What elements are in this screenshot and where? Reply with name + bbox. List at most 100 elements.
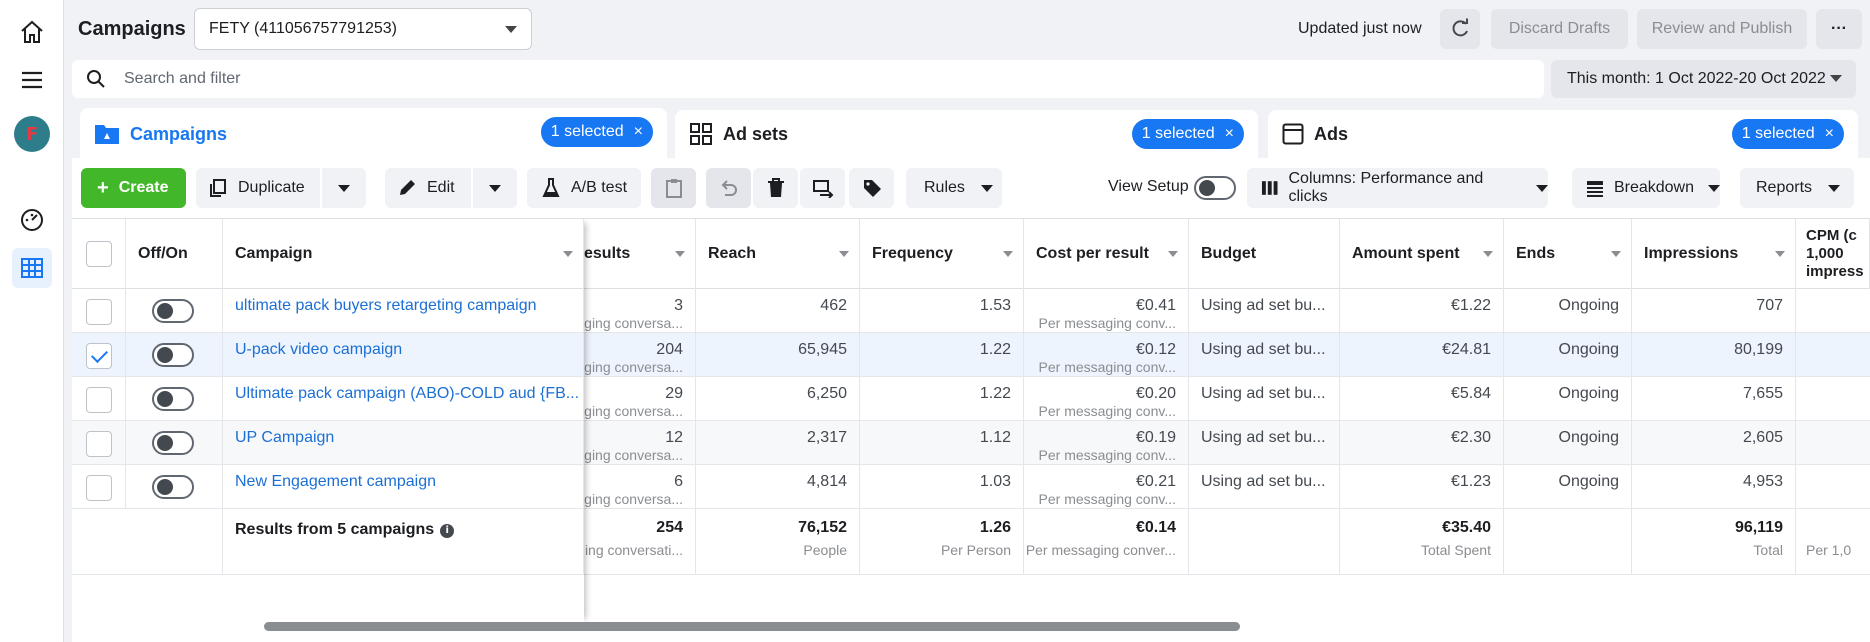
account-select[interactable]: FETY (411056757791253) xyxy=(194,8,532,50)
tag-button[interactable] xyxy=(849,168,894,208)
col-frequency[interactable]: Frequency xyxy=(860,219,1024,289)
col-cost-per-result[interactable]: Cost per result xyxy=(1024,219,1189,289)
tab-ad-sets[interactable]: Ad sets 1 selected × xyxy=(675,110,1258,158)
undo-button[interactable] xyxy=(706,168,751,208)
undo-icon xyxy=(721,180,737,196)
duplicate-label: Duplicate xyxy=(238,179,305,196)
col-ends[interactable]: Ends xyxy=(1504,219,1632,289)
tab-ads[interactable]: Ads 1 selected × xyxy=(1268,110,1858,158)
col-impressions[interactable]: Impressions xyxy=(1632,219,1796,289)
campaign-link[interactable]: UP Campaign xyxy=(235,429,334,447)
budget-cell: Using ad set bu... xyxy=(1189,289,1340,333)
row-checkbox[interactable] xyxy=(86,299,112,325)
row-checkbox[interactable] xyxy=(86,387,112,413)
chevron-down-icon xyxy=(1828,184,1841,192)
select-all-checkbox[interactable] xyxy=(86,241,112,267)
col-amount-spent[interactable]: Amount spent xyxy=(1340,219,1504,289)
col-results[interactable]: esults xyxy=(584,219,696,289)
totals-spacer xyxy=(72,509,223,575)
home-icon[interactable] xyxy=(12,12,52,52)
col-reach-label: Reach xyxy=(708,245,757,262)
col-reach[interactable]: Reach xyxy=(696,219,860,289)
campaign-link[interactable]: U-pack video campaign xyxy=(235,341,402,359)
table-row[interactable]: ultimate pack buyers retargeting campaig… xyxy=(72,289,1870,333)
table-icon[interactable] xyxy=(12,248,52,288)
ads-manager-icon[interactable]: F xyxy=(12,114,52,154)
row-checkbox[interactable] xyxy=(86,431,112,457)
view-setup-toggle[interactable] xyxy=(1194,176,1236,200)
gauge-icon[interactable] xyxy=(12,200,52,240)
frequency-cell: 1.03 xyxy=(860,465,1024,509)
table-row[interactable]: New Engagement campaign 6 aging conversa..… xyxy=(72,465,1870,509)
search-input[interactable]: Search and filter xyxy=(72,60,1544,98)
campaign-link[interactable]: New Engagement campaign xyxy=(235,473,436,491)
breakdown-button[interactable]: Breakdown xyxy=(1572,168,1720,208)
close-icon[interactable]: × xyxy=(1225,125,1234,143)
ab-test-button[interactable]: A/B test xyxy=(527,168,641,208)
rules-button[interactable]: Rules xyxy=(906,168,1002,208)
reports-button[interactable]: Reports xyxy=(1740,168,1854,208)
adsets-selected-pill[interactable]: 1 selected × xyxy=(1131,119,1244,149)
ads-selected-pill[interactable]: 1 selected × xyxy=(1731,119,1844,149)
col-budget[interactable]: Budget xyxy=(1189,219,1340,289)
delete-button[interactable] xyxy=(753,168,798,208)
tag-icon xyxy=(863,180,881,197)
campaign-toggle[interactable] xyxy=(152,387,194,411)
campaign-toggle[interactable] xyxy=(152,475,194,499)
totals-cpr: €0.14 Per messaging conver... xyxy=(1024,509,1189,575)
tab-campaigns[interactable]: Campaigns 1 selected × xyxy=(80,108,667,160)
campaign-toggle[interactable] xyxy=(152,299,194,323)
table-row[interactable]: U-pack video campaign 204 aging conversa..… xyxy=(72,333,1870,377)
tab-ad-sets-label: Ad sets xyxy=(723,123,789,144)
campaign-link[interactable]: Ultimate pack campaign (ABO)-COLD aud {F… xyxy=(235,385,579,403)
table-row[interactable]: Ultimate pack campaign (ABO)-COLD aud {F… xyxy=(72,377,1870,421)
breakdown-label: Breakdown xyxy=(1613,179,1694,196)
col-off-on[interactable]: Off/On xyxy=(126,219,223,289)
clipboard-icon xyxy=(665,179,682,198)
ends-cell: Ongoing xyxy=(1504,465,1632,509)
row-select-cell xyxy=(72,465,126,509)
info-icon[interactable]: i xyxy=(440,524,455,538)
row-checkbox[interactable] xyxy=(86,343,112,369)
col-campaign-label: Campaign xyxy=(235,245,313,262)
duplicate-dropdown[interactable] xyxy=(322,168,366,208)
edit-dropdown[interactable] xyxy=(473,168,517,208)
date-range-picker[interactable]: This month: 1 Oct 2022-20 Oct 2022 xyxy=(1551,60,1856,98)
folder-icon xyxy=(95,125,119,144)
flask-icon xyxy=(542,178,560,197)
columns-icon xyxy=(1261,181,1278,195)
campaign-toggle[interactable] xyxy=(152,431,194,455)
col-campaign[interactable]: Campaign xyxy=(223,219,584,289)
columns-button[interactable]: Columns: Performance and clicks xyxy=(1247,168,1548,208)
totals-row: Results from 5 campaigns i 254aging conve… xyxy=(72,509,1870,575)
chevron-down-icon xyxy=(1536,184,1548,192)
row-toggle-cell xyxy=(126,333,223,377)
results-cell: 204 aging conversa... xyxy=(584,333,696,377)
cpr-cell: €0.41 Per messaging conv... xyxy=(1024,289,1189,333)
swap-button[interactable] xyxy=(800,168,845,208)
close-icon[interactable]: × xyxy=(634,123,643,141)
horizontal-scrollbar[interactable] xyxy=(264,622,1240,631)
more-button[interactable]: ··· xyxy=(1816,9,1862,49)
campaign-name-cell: U-pack video campaign xyxy=(223,333,584,377)
close-icon[interactable]: × xyxy=(1825,125,1834,143)
discard-drafts-button[interactable]: Discard Drafts xyxy=(1491,9,1628,49)
campaign-toggle[interactable] xyxy=(152,343,194,367)
cpm-cell xyxy=(1796,465,1870,509)
table-row[interactable]: UP Campaign 12 aging conversa... 2,317 1.12 €… xyxy=(72,421,1870,465)
clipboard-button[interactable] xyxy=(651,168,696,208)
reach-cell: 65,945 xyxy=(696,333,860,377)
col-cpm[interactable]: CPM (c 1,000 impress xyxy=(1796,219,1870,289)
totals-label-cell: Results from 5 campaigns i xyxy=(223,509,584,575)
row-select-cell xyxy=(72,289,126,333)
refresh-button[interactable] xyxy=(1440,9,1480,49)
row-checkbox[interactable] xyxy=(86,475,112,501)
review-publish-button[interactable]: Review and Publish xyxy=(1637,9,1807,49)
menu-icon[interactable] xyxy=(12,60,52,100)
campaign-link[interactable]: ultimate pack buyers retargeting campaig… xyxy=(235,297,537,315)
reports-label: Reports xyxy=(1756,179,1813,196)
edit-button[interactable]: Edit xyxy=(385,168,471,208)
campaigns-selected-pill[interactable]: 1 selected × xyxy=(540,117,653,147)
duplicate-button[interactable]: Duplicate xyxy=(196,168,320,208)
create-button[interactable]: + Create xyxy=(81,168,186,208)
